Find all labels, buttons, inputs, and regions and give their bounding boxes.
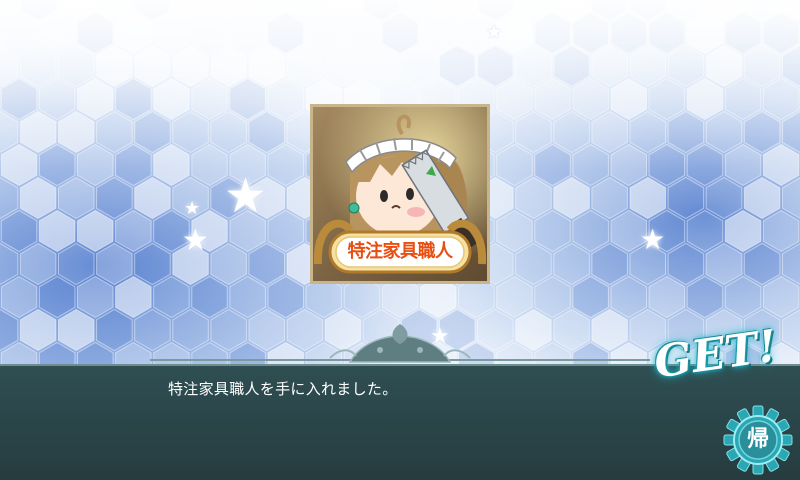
return-button[interactable]: 帰 (722, 404, 794, 476)
sparkle-star-icon: ★ (486, 22, 503, 43)
sparkle-star-icon: ★ (182, 223, 209, 258)
return-label: 帰 (746, 427, 769, 452)
ornament-divider (150, 324, 650, 363)
item-card: 特注家具職人 (310, 104, 490, 284)
get-banner-text: GET! (651, 320, 781, 389)
sparkle-star-icon: ★ (224, 168, 268, 224)
sparkle-star-icon: ★ (184, 198, 201, 219)
item-name-label: 特注家具職人 (347, 241, 454, 262)
sparkle-star-icon: ★ (640, 223, 666, 256)
acquisition-message: 特注家具職人を手に入れました。 (168, 380, 398, 398)
get-banner: GET! (636, 321, 796, 392)
